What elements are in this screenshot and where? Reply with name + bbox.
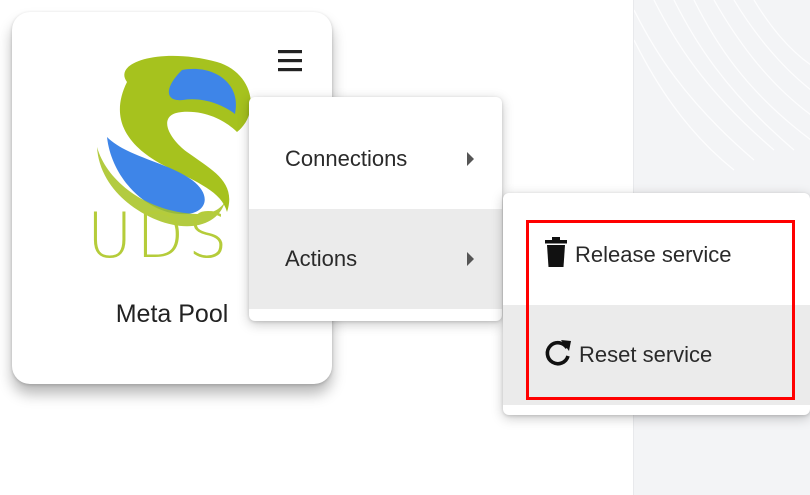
menu-item-reset-service[interactable]: Reset service (503, 305, 810, 405)
menu-toggle-button[interactable] (276, 48, 306, 74)
menu-item-release-service[interactable]: Release service (503, 205, 810, 305)
hamburger-icon (278, 50, 302, 72)
actions-submenu: Release service Reset service (503, 193, 810, 415)
menu-item-connections[interactable]: Connections (249, 109, 502, 209)
stage: UDS Meta Pool Connections Actions Releas… (0, 0, 810, 495)
menu-item-label: Reset service (579, 342, 713, 367)
logo-text: UDS (87, 199, 231, 262)
trash-icon (543, 237, 569, 273)
menu-item-label: Actions (285, 246, 358, 271)
menu-item-actions[interactable]: Actions (249, 209, 502, 309)
refresh-icon (543, 337, 573, 373)
context-menu: Connections Actions (249, 97, 502, 321)
uds-logo: UDS (87, 55, 251, 262)
menu-item-label: Connections (285, 146, 408, 171)
caret-right-icon (467, 252, 474, 266)
menu-item-label: Release service (575, 242, 732, 267)
caret-right-icon (467, 152, 474, 166)
